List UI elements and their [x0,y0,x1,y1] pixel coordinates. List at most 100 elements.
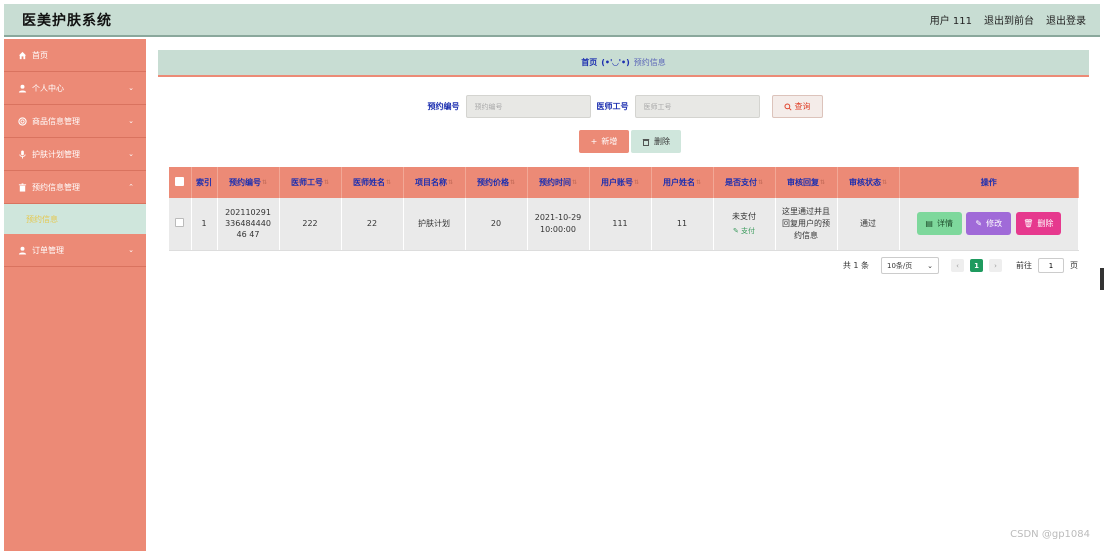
detail-button-label: 详情 [936,219,953,229]
batch-delete-button[interactable]: 删除 [631,130,681,153]
pagination-total: 共 1 条 [842,261,869,270]
header-actions: 用户 111 退出到前台 退出登录 [930,12,1086,27]
cell-paid: 未支付 ✎ 支付 [713,198,776,251]
col-header-doctor-id[interactable]: 医师工号⇅ [279,167,342,198]
sidebar-item-label: 商品信息管理 [32,116,80,126]
sidebar-item-label: 护肤计划管理 [32,149,80,159]
goto-label: 前往 [1016,261,1032,270]
row-checkbox[interactable] [175,218,185,228]
col-header-label: 用户账号 [600,178,633,187]
chevron-up-icon: ⌃ [128,183,134,191]
page-number-current[interactable]: 1 [970,259,983,272]
sort-icon: ⇅ [633,179,640,186]
breadcrumb-home[interactable]: 首页 [581,57,597,68]
sidebar-item-label: 首页 [32,50,48,60]
plus-icon: + [590,137,598,146]
sort-icon: ⇅ [819,179,826,186]
goto-page-input[interactable] [1038,258,1064,273]
breadcrumb: 首页 (•'◡'•) 预约信息 [158,50,1089,77]
doctor-id-input[interactable] [634,95,760,118]
pay-link[interactable]: ✎ 支付 [718,226,771,236]
cell-user-account: 111 [589,198,652,251]
add-button[interactable]: + 新增 [579,130,629,153]
cell-actions: ▤ 详情 ✎ 修改 🗑 删除 [899,198,1079,251]
edit-icon: ✎ [975,219,983,229]
current-user: 用户 111 [929,16,972,27]
col-header-time[interactable]: 预约时间⇅ [527,167,590,198]
user-icon [17,245,27,255]
prev-page-button[interactable]: ‹ [951,259,964,272]
query-button[interactable]: 查询 [771,95,823,118]
select-all-header [169,167,192,198]
pagination: 共 1 条 10条/页 ⌄ ‹ 1 › 前往 页 [843,257,1078,274]
chevron-down-icon: ⌄ [927,261,933,270]
row-select-cell [169,198,192,251]
cell-price: 20 [465,198,528,251]
top-header: 医美护肤系统 用户 111 退出到前台 退出登录 [4,4,1100,37]
col-header-doctor-name[interactable]: 医师姓名⇅ [341,167,404,198]
sort-icon: ⇅ [447,179,454,186]
col-header-booking-no[interactable]: 预约编号⇅ [217,167,280,198]
col-header-label: 医师工号 [290,178,323,187]
page-size-select[interactable]: 10条/页 ⌄ [881,257,939,274]
sidebar-subitem-booking[interactable]: 预约信息 [4,204,146,234]
app-title: 医美护肤系统 [22,12,112,29]
cell-booking-no: 20211029133648444046 47 [217,198,280,251]
col-header-label: 医师姓名 [352,178,385,187]
col-header-label: 预约价格 [476,178,509,187]
col-header-price[interactable]: 预约价格⇅ [465,167,528,198]
delete-button[interactable]: 🗑 删除 [1015,212,1061,236]
delete-row-button-label: 删除 [1037,219,1054,229]
cell-reply: 这里通过并且回复用户的预约信息 [775,198,838,251]
paid-status-text: 未支付 [732,212,756,222]
sidebar-item-personal-center[interactable]: 个人中心 ⌄ [4,72,146,105]
cell-doctor-id: 222 [279,198,342,251]
logout-link[interactable]: 退出登录 [1046,12,1086,27]
booking-no-label: 预约编号 [427,102,460,111]
home-icon [17,50,27,60]
mic-icon [17,149,27,159]
col-header-status[interactable]: 审核状态⇅ [837,167,900,198]
sort-icon: ⇅ [881,179,888,186]
col-header-label: 审核状态 [848,178,881,187]
sort-icon: ⇅ [509,179,516,186]
back-to-front-link[interactable]: 退出到前台 [984,12,1034,27]
sort-icon: ⇅ [695,179,702,186]
col-header-project[interactable]: 项目名称⇅ [403,167,466,198]
sidebar-item-home[interactable]: 首页 [4,39,146,72]
breadcrumb-current: 预约信息 [633,58,666,67]
sort-icon: ⇅ [571,179,578,186]
chevron-down-icon: ⌄ [128,84,134,92]
sidebar-item-orders[interactable]: 订单管理 ⌄ [4,234,146,267]
pay-link-label: 支付 [741,227,756,236]
sort-icon: ⇅ [757,179,764,186]
col-header-label: 是否支付 [724,178,757,187]
col-header-label: 项目名称 [414,178,447,187]
col-header-paid[interactable]: 是否支付⇅ [713,167,776,198]
detail-button[interactable]: ▤ 详情 [916,212,962,236]
sidebar-item-product-info[interactable]: 商品信息管理 ⌄ [4,105,146,138]
sidebar: 首页 个人中心 ⌄ 商品信息管理 ⌄ 护肤计划管理 ⌄ 预约信息管理 ⌃ 预约信… [4,39,146,551]
table-header-row: 索引 预约编号⇅ 医师工号⇅ 医师姓名⇅ 项目名称⇅ 预约价格⇅ 预约时间⇅ 用… [169,167,1079,198]
watermark: CSDN @gp1084 [1010,529,1090,540]
sidebar-item-label: 个人中心 [32,83,64,93]
booking-no-input[interactable] [465,95,591,118]
col-header-user-name[interactable]: 用户姓名⇅ [651,167,714,198]
booking-table: 索引 预约编号⇅ 医师工号⇅ 医师姓名⇅ 项目名称⇅ 预约价格⇅ 预约时间⇅ 用… [169,167,1079,251]
sidebar-item-skincare-plan[interactable]: 护肤计划管理 ⌄ [4,138,146,171]
edit-button[interactable]: ✎ 修改 [966,212,1012,236]
search-form: 预约编号 医师工号 查询 [146,95,1104,118]
col-header-user-account[interactable]: 用户账号⇅ [589,167,652,198]
lifebuoy-icon [17,116,27,126]
next-page-button[interactable]: › [989,259,1002,272]
sidebar-item-booking-info[interactable]: 预约信息管理 ⌃ [4,171,146,204]
chevron-down-icon: ⌄ [128,150,134,158]
col-header-reply[interactable]: 审核回复⇅ [775,167,838,198]
col-header-label: 审核回复 [786,178,819,187]
select-all-checkbox[interactable] [175,177,185,186]
query-button-label: 查询 [794,102,811,111]
scroll-indicator[interactable] [1100,268,1104,290]
cell-index: 1 [191,198,218,251]
table-row: 1 20211029133648444046 47 222 22 护肤计划 20… [169,198,1079,251]
page-size-value: 10条/页 [887,261,913,270]
